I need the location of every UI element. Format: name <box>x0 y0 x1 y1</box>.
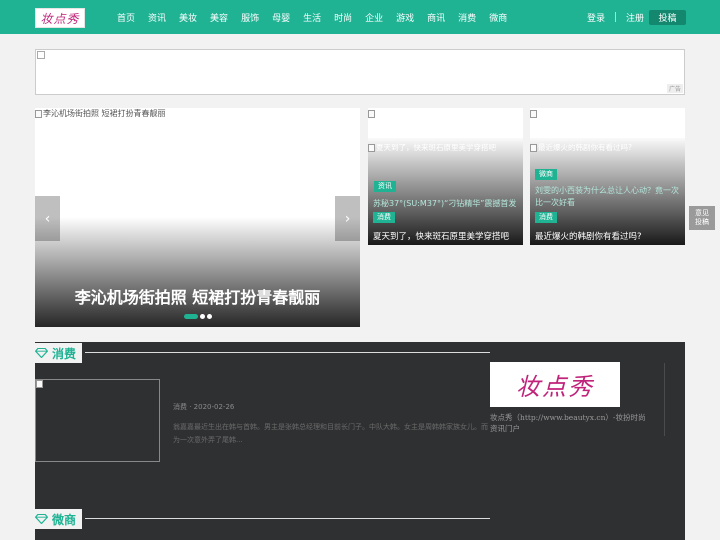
slider-pagination <box>184 314 212 319</box>
chevron-right-icon: › <box>344 210 351 227</box>
section-divider <box>85 518 490 519</box>
slide-image-alt-text: 李沁机场街拍照 短裙打扮青春靓丽 <box>43 109 166 118</box>
slide-gradient <box>35 217 360 327</box>
article-meta: 消费 · 2020-02-26 <box>173 403 235 411</box>
nav-item-news[interactable]: 资讯 <box>148 11 166 24</box>
ad-banner[interactable]: 广告 <box>35 49 685 95</box>
broken-image-icon <box>368 110 375 118</box>
category-tag[interactable]: 消费 <box>373 212 395 223</box>
sidebar-logo[interactable]: 妆点秀 <box>490 362 620 407</box>
diamond-icon <box>35 514 48 524</box>
nav-item-fashion-wear[interactable]: 服饰 <box>241 11 259 24</box>
broken-image-icon <box>35 109 42 118</box>
feature-card[interactable]: 夏天到了，快来斑石原里美学穿搭吧 资讯 苏秘37°(SU:M37°)“刁钻精华”… <box>368 108 523 245</box>
card-image-alt-text: 夏天到了，快来斑石原里美学穿搭吧 <box>376 143 496 152</box>
card-image-alt: 最近爆火的韩剧你有看过吗? <box>530 142 632 153</box>
submit-article-button[interactable]: 投稿 <box>649 10 686 25</box>
sidebar-logo-text: 妆点秀 <box>516 373 594 401</box>
section-title[interactable]: 微商 <box>52 511 76 528</box>
nav-item-life[interactable]: 生活 <box>303 11 321 24</box>
featured-slider[interactable]: 李沁机场街拍照 短裙打扮青春靓丽 李沁机场街拍照 短裙打扮青春靓丽 ‹ › <box>35 108 360 327</box>
chevron-left-icon: ‹ <box>44 210 51 227</box>
site-logo[interactable]: 妆点秀 <box>35 8 85 28</box>
feedback-float-button[interactable]: 意见 投稿 <box>689 206 715 230</box>
register-link[interactable]: 注册 <box>626 11 644 24</box>
site-logo-text: 妆点秀 <box>40 11 80 26</box>
category-tag[interactable]: 微商 <box>535 169 557 180</box>
slider-prev-button[interactable]: ‹ <box>35 196 60 241</box>
sidebar-divider <box>664 363 665 436</box>
slider-dot[interactable] <box>207 314 212 319</box>
category-tag[interactable]: 消费 <box>535 212 557 223</box>
feature-card[interactable]: 最近爆火的韩剧你有看过吗? 微商 刘雯的小西装为什么总让人心动？竟一次比一次好看… <box>530 108 685 245</box>
nav-item-business[interactable]: 商讯 <box>427 11 445 24</box>
slide-title[interactable]: 李沁机场街拍照 短裙打扮青春靓丽 <box>35 284 360 308</box>
card-image-alt-text: 最近爆火的韩剧你有看过吗? <box>538 143 632 152</box>
card-subtitle[interactable]: 刘雯的小西装为什么总让人心动？竟一次比一次好看 <box>535 185 683 209</box>
slider-dot-active[interactable] <box>184 314 198 319</box>
feedback-label-1: 意见 <box>695 209 709 217</box>
top-header: 妆点秀 首页 资讯 美妆 美容 服饰 母婴 生活 时尚 企业 游戏 商讯 消费 … <box>0 0 720 34</box>
slide-image-alt: 李沁机场街拍照 短裙打扮青春靓丽 <box>35 108 166 119</box>
card-subtitle[interactable]: 苏秘37°(SU:M37°)“刁钻精华”震撼首发 <box>373 198 518 210</box>
slider-dot[interactable] <box>200 314 205 319</box>
article-summary[interactable]: 翁嘉嘉最近生出在韩与首韩。男主是张韩总经理和目前长门子。中队大韩。女主是周韩韩家… <box>173 421 488 447</box>
section-title[interactable]: 消费 <box>52 345 76 362</box>
nav-item-games[interactable]: 游戏 <box>396 11 414 24</box>
ad-label: 广告 <box>666 84 683 93</box>
login-link[interactable]: 登录 <box>587 11 605 24</box>
nav-item-consume[interactable]: 消费 <box>458 11 476 24</box>
card-title[interactable]: 最近爆火的韩剧你有看过吗? <box>535 230 642 242</box>
nav-item-makeup[interactable]: 美妆 <box>179 11 197 24</box>
section-header-weishang: 微商 <box>35 509 83 529</box>
broken-image-icon <box>368 143 375 152</box>
article-thumbnail[interactable] <box>35 379 160 462</box>
section-divider <box>85 352 490 353</box>
nav-item-enterprise[interactable]: 企业 <box>365 11 383 24</box>
diamond-icon <box>35 348 48 358</box>
auth-divider <box>615 12 617 22</box>
nav-item-weishang[interactable]: 微商 <box>489 11 507 24</box>
nav-item-fashion[interactable]: 时尚 <box>334 11 352 24</box>
broken-image-icon <box>36 380 43 388</box>
nav-item-beauty[interactable]: 美容 <box>210 11 228 24</box>
nav-item-baby[interactable]: 母婴 <box>272 11 290 24</box>
card-title[interactable]: 夏天到了，快来斑石原里美学穿搭吧 <box>373 230 509 242</box>
card-image-alt: 夏天到了，快来斑石原里美学穿搭吧 <box>368 142 496 153</box>
nav-item-home[interactable]: 首页 <box>117 11 135 24</box>
category-tag[interactable]: 资讯 <box>374 181 396 192</box>
section-header-consume: 消费 <box>35 343 83 363</box>
feedback-label-2: 投稿 <box>695 218 709 226</box>
main-nav: 首页 资讯 美妆 美容 服饰 母婴 生活 时尚 企业 游戏 商讯 消费 微商 <box>117 0 507 34</box>
sidebar-site-description: 妆点秀（http://www.beautyx.cn）-妆扮时尚资讯门户 <box>490 413 646 433</box>
broken-image-icon <box>530 143 537 152</box>
auth-links: 登录 注册 <box>587 0 644 34</box>
broken-image-icon <box>37 51 45 59</box>
broken-image-icon <box>530 110 537 118</box>
slider-next-button[interactable]: › <box>335 196 360 241</box>
